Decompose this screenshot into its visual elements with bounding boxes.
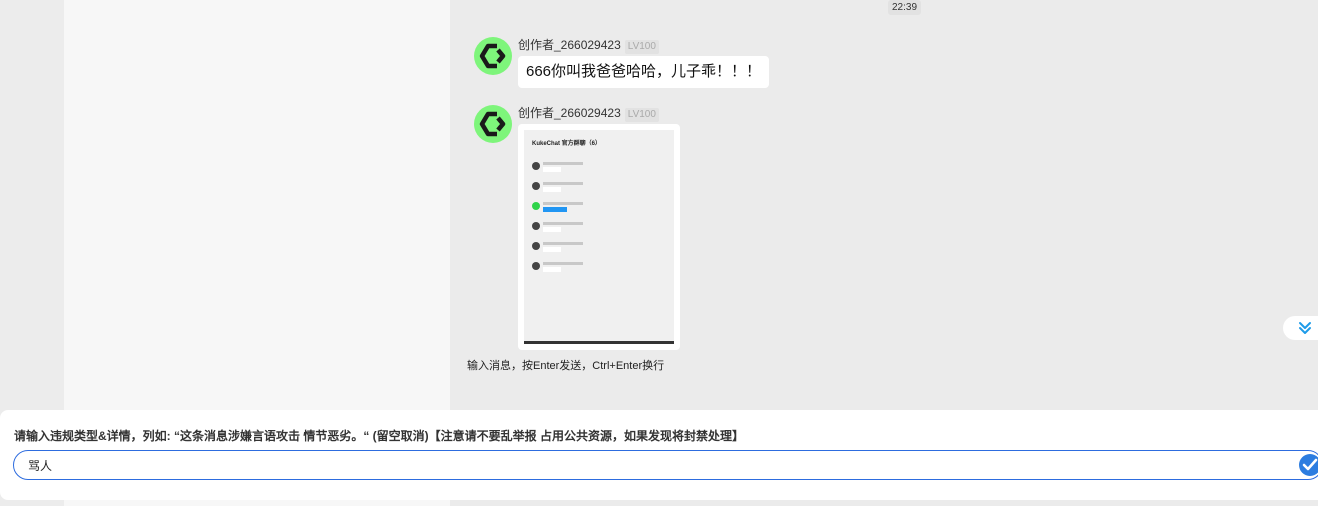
confirm-report-button[interactable] [1299, 454, 1318, 476]
check-icon [1302, 458, 1318, 471]
report-prompt-label: 请输入违规类型&详情，列如: “这条消息涉嫌言语攻击 情节恶劣。“ (留空取消)… [14, 429, 744, 443]
avatar[interactable] [474, 105, 512, 143]
sender-name: 创作者_266029423 LV100 [518, 105, 659, 122]
thumbnail-title: KukeChat 官方群聊（6） [532, 141, 602, 147]
logo-icon [479, 43, 506, 69]
sender-name: 创作者_266029423 LV100 [518, 37, 659, 54]
image-message[interactable]: KukeChat 官方群聊（6） [518, 124, 680, 350]
level-badge: LV100 [624, 40, 659, 54]
logo-icon [479, 111, 506, 137]
message-bubble[interactable]: 666你叫我爸爸哈哈，儿子乖！！！ [518, 56, 770, 88]
screenshot-thumbnail: KukeChat 官方群聊（6） [524, 130, 674, 344]
report-dialog: 请输入违规类型&详情，列如: “这条消息涉嫌言语攻击 情节恶劣。“ (留空取消)… [0, 410, 1318, 500]
avatar[interactable] [474, 37, 512, 75]
message-timestamp: 22:39 [888, 0, 922, 15]
double-chevron-down-icon [1299, 322, 1311, 334]
scroll-to-bottom-button[interactable] [1283, 316, 1318, 340]
report-reason-input[interactable] [13, 450, 1318, 480]
sender-username: 创作者_266029423 [518, 106, 621, 120]
level-badge: LV100 [624, 108, 659, 122]
message-input-hint: 输入消息，按Enter发送，Ctrl+Enter换行 [467, 360, 665, 372]
sender-username: 创作者_266029423 [518, 38, 621, 52]
